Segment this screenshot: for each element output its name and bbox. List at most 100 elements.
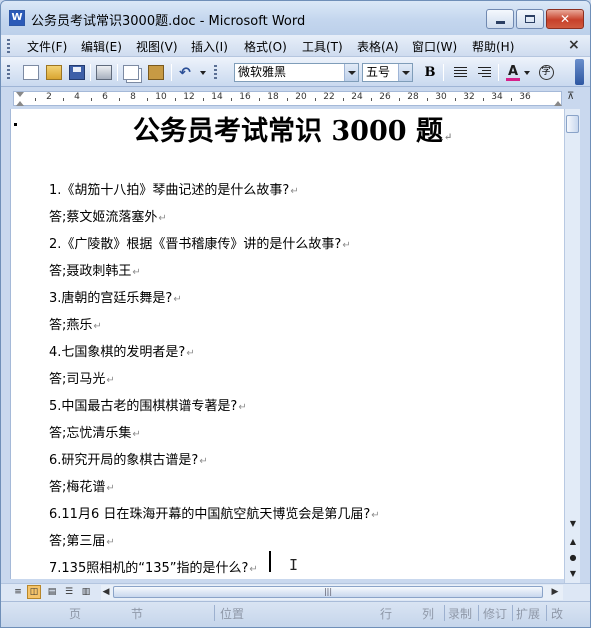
answer-paragraph[interactable]: 答;司马光↵ bbox=[49, 368, 115, 387]
hanging-indent-marker[interactable] bbox=[16, 101, 24, 106]
paragraph-text: 答;燕乐 bbox=[49, 318, 93, 333]
status-revise[interactable]: 修订 bbox=[483, 605, 507, 622]
horizontal-scrollbar[interactable]: ◀ ||| ▶ bbox=[101, 585, 563, 600]
web-layout-view-icon[interactable]: ◫ bbox=[27, 585, 41, 599]
font-size-combo[interactable]: 五号 bbox=[362, 63, 413, 82]
ruler-tick bbox=[511, 98, 512, 101]
right-indent-marker[interactable] bbox=[554, 101, 562, 106]
question-paragraph[interactable]: 5.中国最古老的围棋棋谱专著是?↵ bbox=[49, 395, 247, 414]
maximize-button[interactable] bbox=[516, 9, 544, 29]
menu-help[interactable]: 帮助(H) bbox=[472, 38, 514, 55]
outline-view-icon[interactable]: ☰ bbox=[62, 585, 76, 599]
answer-paragraph[interactable]: 答;聂政刺韩王↵ bbox=[49, 260, 141, 279]
answer-paragraph[interactable]: 答;忘忧清乐集↵ bbox=[49, 422, 141, 441]
ruler-tab-selector-icon[interactable]: ⊼ bbox=[567, 91, 574, 102]
open-folder-icon[interactable] bbox=[46, 65, 62, 80]
question-paragraph[interactable]: 2.《广陵散》根据《晋书稽康传》讲的是什么故事?↵ bbox=[49, 233, 351, 252]
horizontal-scroll-thumb[interactable]: ||| bbox=[113, 586, 543, 598]
answer-paragraph[interactable]: 答;梅花谱↵ bbox=[49, 476, 115, 495]
answer-paragraph[interactable]: 答;燕乐↵ bbox=[49, 314, 102, 333]
answer-paragraph[interactable]: 答;蔡文姬流落塞外↵ bbox=[49, 206, 167, 225]
menu-window[interactable]: 窗口(W) bbox=[412, 38, 457, 55]
vertical-scroll-thumb[interactable] bbox=[566, 115, 579, 133]
question-paragraph[interactable]: 6.研究开局的象棋古谱是?↵ bbox=[49, 449, 208, 468]
close-document-button[interactable]: × bbox=[568, 37, 580, 53]
print-icon[interactable] bbox=[96, 65, 112, 80]
menu-format[interactable]: 格式(O) bbox=[244, 38, 287, 55]
ruler-tick-label: 26 bbox=[379, 92, 391, 102]
status-overtype[interactable]: 改 bbox=[551, 605, 563, 622]
menubar-grip-handle[interactable] bbox=[7, 39, 10, 53]
font-color-dropdown-arrow-icon[interactable] bbox=[524, 71, 530, 75]
font-size-dropdown-icon[interactable] bbox=[398, 64, 412, 81]
scroll-right-arrow-icon[interactable]: ▶ bbox=[548, 585, 562, 599]
scroll-down-arrow-icon[interactable]: ▼ bbox=[565, 515, 581, 531]
close-icon: ✕ bbox=[559, 12, 571, 26]
menu-tools[interactable]: 工具(T) bbox=[302, 38, 343, 55]
answer-paragraph[interactable]: 答;第三届↵ bbox=[49, 530, 115, 549]
word-app-icon[interactable] bbox=[9, 10, 25, 26]
align-right-button[interactable] bbox=[476, 65, 492, 80]
document-title: 公务员考试常识 3000 题↵ bbox=[133, 116, 453, 147]
status-extend[interactable]: 扩展 bbox=[516, 605, 540, 622]
toolbar-options-button[interactable] bbox=[575, 59, 584, 85]
menu-insert[interactable]: 插入(I) bbox=[191, 38, 228, 55]
title-bar[interactable]: 公务员考试常识3000题.doc - Microsoft Word ✕ bbox=[1, 1, 590, 35]
document-page[interactable]: 公务员考试常识 3000 题↵ 1.《胡笳十八拍》琴曲记述的是什么故事?↵ 答;蔡… bbox=[10, 109, 564, 579]
ruler-tick bbox=[147, 98, 148, 101]
question-paragraph[interactable]: 7.135照相机的“135”指的是什么?↵ bbox=[49, 557, 258, 576]
ruler-tick-label: 4 bbox=[74, 92, 80, 102]
toolbar-grip-handle[interactable] bbox=[7, 65, 10, 79]
minimize-button[interactable] bbox=[486, 9, 514, 29]
question-paragraph[interactable]: 6.11月6 日在珠海开幕的中国航空航天博览会是第几届?↵ bbox=[49, 503, 380, 522]
enclose-character-button[interactable]: 字 bbox=[538, 65, 554, 80]
normal-view-icon[interactable]: ≡ bbox=[11, 585, 25, 599]
ruler-tick-label: 24 bbox=[351, 92, 363, 102]
save-icon[interactable] bbox=[69, 65, 85, 80]
font-color-button[interactable]: A bbox=[505, 64, 521, 81]
font-size-value: 五号 bbox=[366, 65, 391, 79]
align-justify-button[interactable] bbox=[452, 65, 468, 80]
horizontal-ruler[interactable]: 2 4 6 8 10 12 14 16 18 20 22 24 26 28 30 32 34 36 bbox=[13, 91, 562, 106]
copy-icon[interactable] bbox=[123, 65, 139, 80]
status-record[interactable]: 录制 bbox=[448, 605, 472, 622]
ruler-tick bbox=[35, 98, 36, 101]
paste-icon[interactable] bbox=[148, 65, 164, 80]
menu-table[interactable]: 表格(A) bbox=[357, 38, 399, 55]
close-button[interactable]: ✕ bbox=[546, 9, 584, 29]
paragraph-text: 答;蔡文姬流落塞外 bbox=[49, 210, 158, 225]
font-color-icon: A bbox=[506, 64, 520, 81]
new-document-icon[interactable] bbox=[23, 65, 39, 80]
ruler-tick bbox=[175, 98, 176, 101]
font-name-combo[interactable]: 微软雅黑 bbox=[234, 63, 359, 82]
question-paragraph[interactable]: 1.《胡笳十八拍》琴曲记述的是什么故事?↵ bbox=[49, 179, 299, 198]
paragraph-anchor-icon bbox=[14, 123, 17, 126]
paragraph-mark: ↵ bbox=[106, 483, 115, 494]
undo-dropdown-arrow-icon[interactable] bbox=[200, 71, 206, 75]
question-paragraph[interactable]: 4.七国象棋的发明者是?↵ bbox=[49, 341, 195, 360]
select-browse-object-icon[interactable]: ● bbox=[565, 549, 581, 565]
ruler-tick bbox=[399, 98, 400, 101]
first-line-indent-marker[interactable] bbox=[16, 92, 24, 97]
toolbar-grip-handle[interactable] bbox=[214, 65, 217, 79]
bold-button[interactable]: B bbox=[422, 65, 438, 80]
ruler-tick bbox=[287, 98, 288, 101]
ruler-tick-label: 32 bbox=[463, 92, 475, 102]
question-paragraph[interactable]: 3.唐朝的宫廷乐舞是?↵ bbox=[49, 287, 182, 306]
menu-file[interactable]: 文件(F) bbox=[27, 38, 67, 55]
ruler-tick bbox=[371, 98, 372, 101]
reading-layout-view-icon[interactable]: ▥ bbox=[79, 585, 93, 599]
print-layout-view-icon[interactable]: ▤ bbox=[45, 585, 59, 599]
undo-icon[interactable]: ↶ bbox=[177, 65, 193, 80]
ruler-tick-label: 16 bbox=[239, 92, 251, 102]
menu-view[interactable]: 视图(V) bbox=[136, 38, 178, 55]
scroll-left-arrow-icon[interactable]: ◀ bbox=[99, 585, 113, 599]
vertical-scrollbar[interactable]: ▼ ▲ ● ▼ bbox=[564, 109, 580, 583]
paragraph-text: 3.唐朝的宫廷乐舞是? bbox=[49, 291, 173, 306]
next-page-icon[interactable]: ▼ bbox=[565, 565, 581, 581]
previous-page-icon[interactable]: ▲ bbox=[565, 533, 581, 549]
menu-edit[interactable]: 编辑(E) bbox=[81, 38, 122, 55]
ruler-tick-label: 6 bbox=[102, 92, 108, 102]
ruler-tick bbox=[455, 98, 456, 101]
font-name-dropdown-icon[interactable] bbox=[344, 64, 358, 81]
